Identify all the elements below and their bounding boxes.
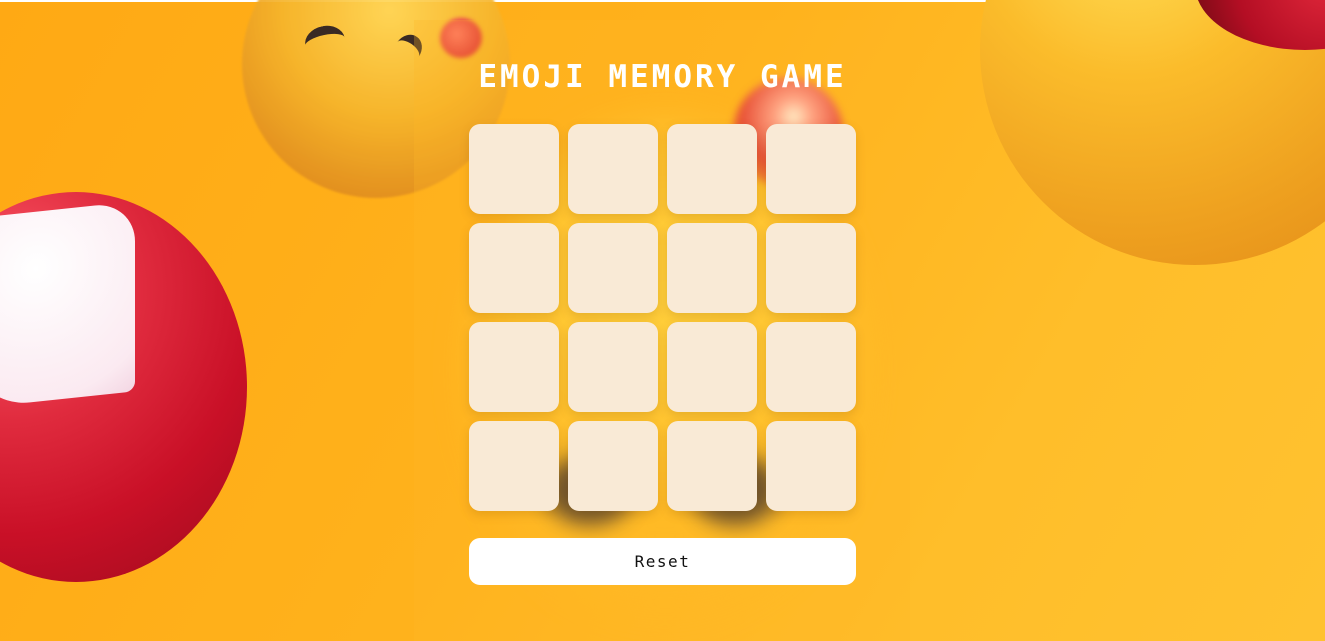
- game-title: EMOJI MEMORY GAME: [478, 59, 847, 95]
- memory-card[interactable]: [469, 322, 559, 412]
- memory-card[interactable]: [469, 124, 559, 214]
- memory-card[interactable]: [667, 223, 757, 313]
- heart-highlight: [0, 201, 135, 409]
- memory-card[interactable]: [568, 322, 658, 412]
- memory-card[interactable]: [766, 421, 856, 511]
- memory-card[interactable]: [568, 223, 658, 313]
- memory-card[interactable]: [667, 322, 757, 412]
- memory-card[interactable]: [469, 421, 559, 511]
- memory-card[interactable]: [568, 124, 658, 214]
- memory-card[interactable]: [766, 223, 856, 313]
- reset-button[interactable]: Reset: [469, 538, 856, 585]
- memory-card[interactable]: [568, 421, 658, 511]
- memory-card[interactable]: [667, 124, 757, 214]
- card-grid: [469, 124, 856, 511]
- memory-card[interactable]: [766, 322, 856, 412]
- memory-card[interactable]: [469, 223, 559, 313]
- memory-card[interactable]: [766, 124, 856, 214]
- memory-card[interactable]: [667, 421, 757, 511]
